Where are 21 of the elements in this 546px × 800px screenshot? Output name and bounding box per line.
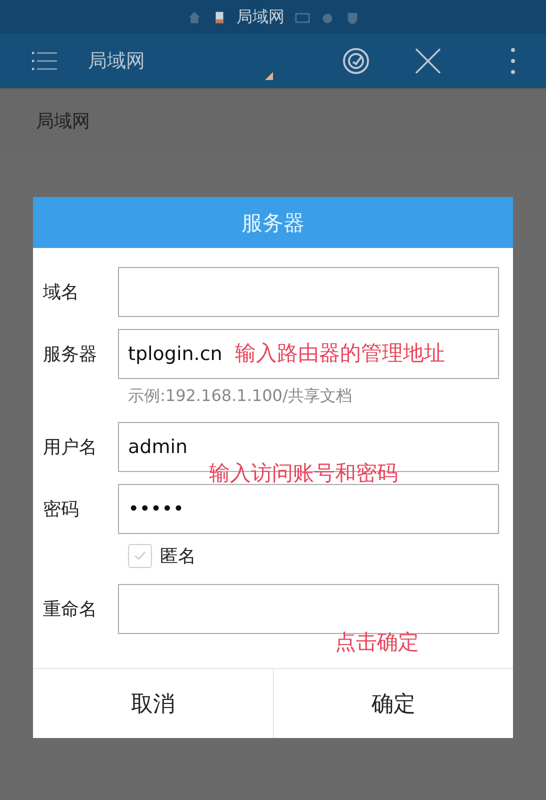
input-field[interactable] <box>118 266 499 316</box>
close-icon[interactable] <box>414 47 442 75</box>
home-icon <box>186 10 202 24</box>
dialog-title: 服务器 <box>242 210 304 236</box>
field-label: 服务器 <box>43 342 98 366</box>
checkbox[interactable] <box>128 544 152 568</box>
field-label: 重命名 <box>43 598 98 620</box>
field-label: 域名 <box>43 280 80 304</box>
toolbar-title[interactable]: 局域网 <box>88 48 145 74</box>
checkbox-label: 匿名 <box>160 545 196 568</box>
menu-icon[interactable] <box>30 49 58 73</box>
field-label: 密码 <box>43 498 80 520</box>
hint-text: 示例:192.168.1.100/共享文档 <box>128 386 353 407</box>
check-circle-icon[interactable] <box>342 47 370 75</box>
dropdown-triangle-icon[interactable] <box>265 72 273 80</box>
status-title: 局域网 <box>236 6 284 28</box>
more-icon[interactable] <box>510 47 516 75</box>
annotation-text: 点击确定 <box>335 629 419 656</box>
input-field[interactable]: ••••• <box>118 484 499 534</box>
field-label: 用户名 <box>43 436 98 458</box>
annotation-text: 输入路由器的管理地址 <box>235 340 445 367</box>
